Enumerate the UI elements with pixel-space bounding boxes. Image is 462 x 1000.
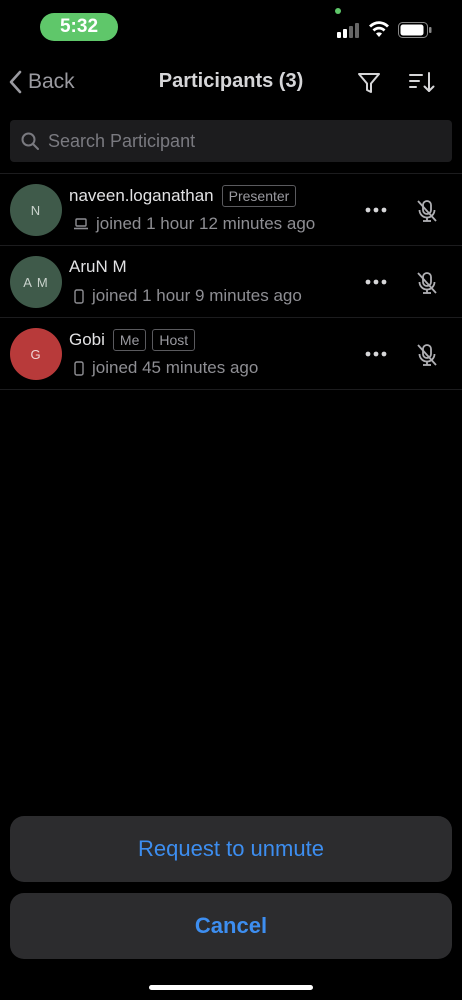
page-title: Participants (3) [158, 70, 304, 92]
wifi-icon [369, 21, 389, 37]
more-options-icon[interactable] [364, 200, 388, 220]
search-input[interactable] [48, 130, 428, 152]
cellular-signal-icon [337, 23, 359, 38]
phone-icon [74, 360, 84, 376]
joined-time: joined 1 hour 9 minutes ago [92, 286, 302, 305]
me-badge: Me [112, 329, 147, 351]
participant-name: AruN M [69, 257, 127, 276]
more-options-icon[interactable] [364, 272, 388, 292]
participant-row[interactable]: A M AruN M joined 1 hour 9 minutes ago [0, 246, 462, 318]
avatar: G [10, 328, 62, 380]
avatar: A M [10, 256, 62, 308]
mic-muted-icon[interactable] [414, 270, 440, 296]
search-bar [10, 120, 452, 162]
laptop-icon [74, 218, 88, 230]
participant-list: N naveen.loganathan Presenter joined 1 h… [0, 173, 462, 390]
sort-icon[interactable] [408, 70, 436, 96]
joined-time: joined 1 hour 12 minutes ago [96, 214, 316, 233]
more-options-icon[interactable] [364, 344, 388, 364]
filter-icon[interactable] [356, 70, 382, 96]
privacy-indicator-dot [335, 8, 341, 14]
participant-row[interactable]: G Gobi Me Host joined 45 minutes ago [0, 318, 462, 390]
nav-bar: Back Participants (3) [0, 58, 462, 106]
request-unmute-button[interactable]: Request to unmute [10, 816, 452, 882]
mic-muted-icon[interactable] [414, 342, 440, 368]
host-badge: Host [152, 329, 196, 351]
joined-time: joined 45 minutes ago [92, 358, 259, 377]
status-bar: 5:32 [0, 0, 462, 54]
participant-name: Gobi [69, 330, 105, 349]
battery-icon [398, 22, 432, 38]
participant-row[interactable]: N naveen.loganathan Presenter joined 1 h… [0, 174, 462, 246]
avatar: N [10, 184, 62, 236]
cancel-button[interactable]: Cancel [10, 893, 452, 959]
status-time: 5:32 [40, 13, 118, 41]
home-indicator [149, 985, 313, 990]
mic-muted-icon[interactable] [414, 198, 440, 224]
phone-icon [74, 288, 84, 304]
search-icon [21, 132, 39, 150]
participant-name: naveen.loganathan [69, 186, 214, 205]
presenter-badge: Presenter [221, 185, 297, 207]
